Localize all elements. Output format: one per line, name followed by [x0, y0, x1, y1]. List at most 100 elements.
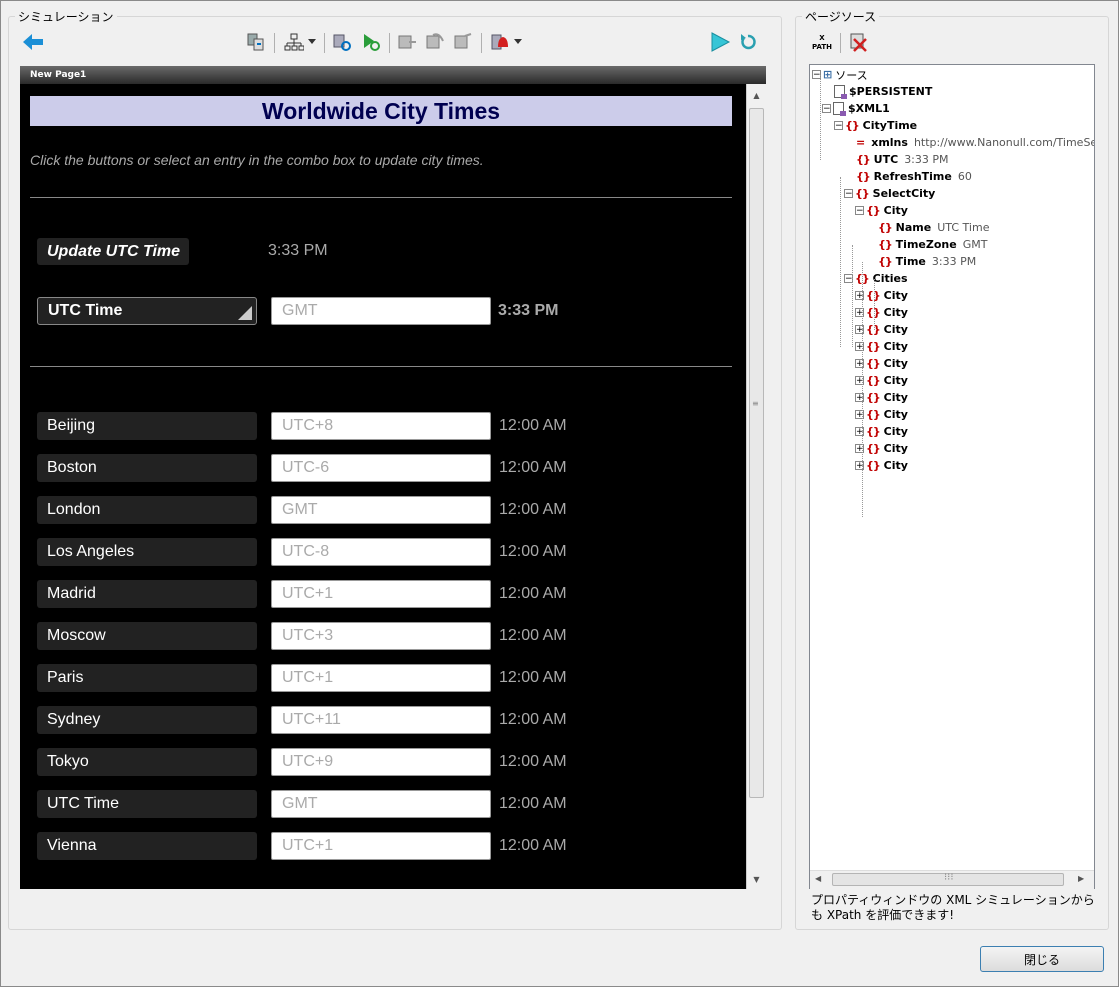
- scroll-left-icon[interactable]: ◀: [815, 874, 821, 883]
- city-zone-field[interactable]: UTC-6: [271, 454, 491, 482]
- restart-icon[interactable]: [737, 31, 759, 53]
- city-button[interactable]: Beijing: [37, 412, 257, 440]
- city-time-text: 12:00 AM: [499, 459, 567, 476]
- page-title: Worldwide City Times: [30, 96, 732, 126]
- simulation-group-title: シミュレーション: [15, 8, 117, 25]
- tree-connector: [862, 262, 863, 517]
- city-button[interactable]: Moscow: [37, 622, 257, 650]
- combo-zone-field[interactable]: GMT: [271, 297, 491, 325]
- tree-node-label: Name: [895, 221, 932, 234]
- step-over-icon[interactable]: [424, 31, 446, 53]
- source-root-icon: ⊞: [823, 68, 832, 81]
- tree-node-label: City: [883, 408, 908, 421]
- toolbar-separator: [324, 33, 325, 53]
- city-button[interactable]: Paris: [37, 664, 257, 692]
- breakpoint-icon[interactable]: [489, 31, 511, 53]
- tree-cities[interactable]: −{} Cities: [844, 270, 908, 287]
- step-out-icon[interactable]: [452, 31, 474, 53]
- city-combo-box[interactable]: UTC Time: [37, 297, 257, 325]
- toolbar-separator: [481, 33, 482, 53]
- scroll-grip-icon: ≡: [752, 399, 759, 408]
- tree-xml1[interactable]: − $XML1: [822, 100, 890, 117]
- city-zone-field[interactable]: UTC+3: [271, 622, 491, 650]
- city-button[interactable]: London: [37, 496, 257, 524]
- city-zone-field[interactable]: GMT: [271, 496, 491, 524]
- city-button[interactable]: Sydney: [37, 706, 257, 734]
- city-zone-field[interactable]: UTC+11: [271, 706, 491, 734]
- tree-node-label: $PERSISTENT: [849, 85, 933, 98]
- city-time-text: 12:00 AM: [499, 669, 567, 686]
- tree-city[interactable]: −{} City: [855, 202, 908, 219]
- tree-node-value: UTC Time: [937, 221, 990, 234]
- city-button[interactable]: UTC Time: [37, 790, 257, 818]
- vertical-scrollbar[interactable]: ▲ ≡ ▼: [746, 84, 766, 889]
- tree-timezone[interactable]: {} TimeZone GMT: [878, 236, 987, 253]
- tree-node-value: 60: [957, 170, 972, 183]
- sitemap-icon[interactable]: [283, 31, 305, 53]
- update-utc-button[interactable]: Update UTC Time: [37, 238, 189, 265]
- page-source-group-title: ページソース: [802, 8, 880, 25]
- collapse-icon[interactable]: −: [834, 121, 843, 131]
- city-zone-field[interactable]: UTC+1: [271, 580, 491, 608]
- tree-time[interactable]: {} Time 3:33 PM: [878, 253, 976, 270]
- city-button[interactable]: Tokyo: [37, 748, 257, 776]
- city-zone-field[interactable]: UTC+9: [271, 748, 491, 776]
- step-into-icon[interactable]: [396, 31, 418, 53]
- city-button[interactable]: Boston: [37, 454, 257, 482]
- horizontal-scrollbar[interactable]: ◀ ⁝⁝⁝ ▶: [810, 870, 1094, 889]
- tree-name[interactable]: {} Name UTC Time: [878, 219, 989, 236]
- tree-node-label: City: [883, 289, 908, 302]
- instructions-text: Click the buttons or select an entry in …: [30, 152, 484, 168]
- document-icon: [833, 102, 846, 116]
- tree-node-label: SelectCity: [872, 187, 936, 200]
- element-icon: {}: [866, 306, 881, 319]
- city-time-text: 12:00 AM: [499, 837, 567, 854]
- city-zone-field[interactable]: UTC+1: [271, 664, 491, 692]
- run-refresh-icon[interactable]: [360, 31, 382, 53]
- city-button[interactable]: Los Angeles: [37, 538, 257, 566]
- chevron-down-icon[interactable]: [512, 31, 524, 53]
- element-icon: {}: [866, 323, 881, 336]
- clear-xpath-icon[interactable]: [847, 31, 869, 53]
- element-icon: {}: [866, 408, 881, 421]
- close-button[interactable]: 閉じる: [980, 946, 1104, 972]
- tree-node-value: http://www.Nanonull.com/TimeServi: [913, 136, 1095, 149]
- city-zone-field[interactable]: GMT: [271, 790, 491, 818]
- tree-refreshtime[interactable]: {} RefreshTime 60: [856, 168, 972, 185]
- city-zone-field[interactable]: UTC-8: [271, 538, 491, 566]
- page-copy-icon[interactable]: [245, 31, 267, 53]
- collapse-icon[interactable]: −: [855, 206, 864, 216]
- element-icon: {}: [866, 442, 881, 455]
- chevron-down-icon[interactable]: [306, 31, 318, 53]
- city-zone-field[interactable]: UTC+8: [271, 412, 491, 440]
- simulation-canvas: Worldwide City Times Click the buttons o…: [20, 84, 746, 889]
- collapse-icon[interactable]: −: [822, 104, 831, 114]
- play-icon[interactable]: [709, 31, 731, 53]
- tree-citytime[interactable]: −{} CityTime: [834, 117, 917, 134]
- back-icon[interactable]: [22, 31, 44, 53]
- collapse-icon[interactable]: −: [844, 189, 853, 199]
- tree-connector: [852, 245, 853, 347]
- xpath-icon[interactable]: X PATH: [811, 31, 833, 53]
- city-time-text: 12:00 AM: [499, 711, 567, 728]
- tree-node-label: ソース: [835, 68, 868, 82]
- tree-xmlns[interactable]: = xmlns http://www.Nanonull.com/TimeServi: [856, 134, 1095, 151]
- city-button[interactable]: Vienna: [37, 832, 257, 860]
- city-zone-field[interactable]: UTC+1: [271, 832, 491, 860]
- scroll-thumb[interactable]: [749, 108, 764, 798]
- city-time-text: 12:00 AM: [499, 417, 567, 434]
- element-icon: {}: [866, 391, 881, 404]
- element-icon: {}: [866, 374, 881, 387]
- element-icon: {}: [866, 357, 881, 370]
- tree-utc[interactable]: {} UTC 3:33 PM: [856, 151, 949, 168]
- scroll-up-icon[interactable]: ▲: [747, 86, 766, 104]
- scroll-down-icon[interactable]: ▼: [747, 870, 766, 888]
- database-refresh-icon[interactable]: [331, 31, 353, 53]
- tree-persistent[interactable]: $PERSISTENT: [834, 83, 932, 100]
- source-tree[interactable]: − ⊞ ソース $PERSISTENT − $XML1−{} CityTime = xmlns h…: [809, 64, 1095, 889]
- page-tab[interactable]: New Page1: [20, 66, 766, 84]
- city-button[interactable]: Madrid: [37, 580, 257, 608]
- element-icon: {}: [855, 187, 870, 200]
- tree-selectcity[interactable]: −{} SelectCity: [844, 185, 935, 202]
- scroll-right-icon[interactable]: ▶: [1078, 874, 1084, 883]
